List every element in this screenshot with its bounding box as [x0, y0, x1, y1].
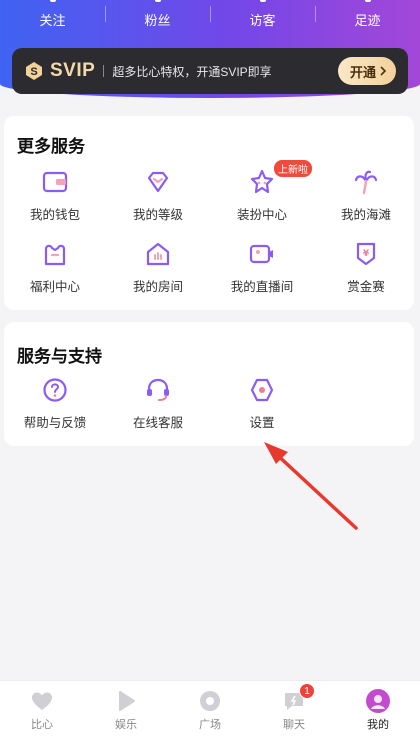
tab-bixin[interactable]: 比心 — [0, 681, 84, 738]
bottom-tab-bar: 比心 娱乐 广场 1 聊天 我的 — [0, 680, 420, 738]
annotation-arrow — [264, 442, 358, 530]
heart-icon — [32, 692, 52, 710]
tab-chat[interactable]: 1 聊天 — [252, 681, 336, 738]
avatar-icon — [366, 689, 390, 713]
disc-icon — [200, 691, 220, 711]
play-icon — [119, 691, 135, 711]
chat-unread-badge: 1 — [299, 683, 315, 699]
tab-mine[interactable]: 我的 — [336, 681, 420, 738]
tab-entertainment[interactable]: 娱乐 — [84, 681, 168, 738]
tab-square[interactable]: 广场 — [168, 681, 252, 738]
